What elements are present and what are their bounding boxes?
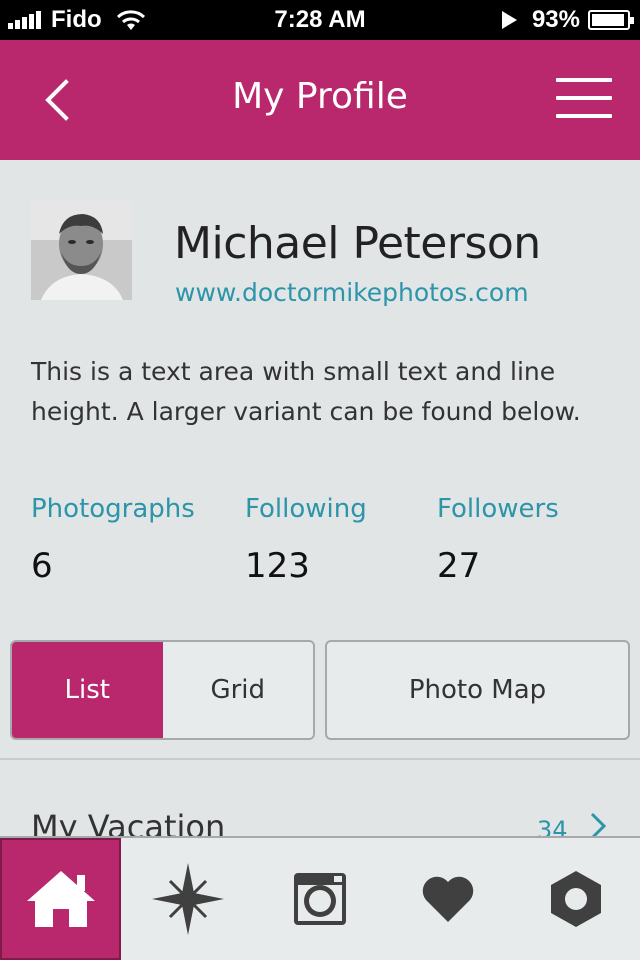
settings-icon [550, 871, 601, 927]
battery-level-fill [592, 14, 624, 26]
battery-percent: 93% [531, 6, 580, 33]
tab-bar [0, 836, 640, 960]
album-row[interactable]: My Vacation 34 [0, 800, 640, 840]
menu-icon-line [556, 96, 612, 100]
nav-bar: My Profile [0, 40, 640, 160]
profile-website-link[interactable]: www.doctormikephotos.com [175, 278, 529, 307]
menu-icon-line [556, 78, 612, 82]
grid-view-button[interactable]: Grid [162, 642, 313, 738]
view-mode-segmented-control: List Grid [10, 640, 315, 740]
stat-label: Following [245, 494, 367, 524]
tab-settings[interactable] [511, 838, 640, 960]
stat-value: 27 [437, 546, 481, 586]
stat-value: 123 [245, 546, 310, 586]
profile-name: Michael Peterson [174, 218, 541, 269]
stat-label: Photographs [31, 494, 195, 524]
stat-label: Followers [437, 494, 559, 524]
battery-icon [588, 10, 634, 30]
tab-camera[interactable] [255, 838, 385, 960]
tab-favorites[interactable] [385, 838, 511, 960]
home-icon [26, 871, 95, 927]
avatar [31, 200, 132, 300]
tab-explore[interactable] [121, 838, 255, 960]
status-bar: Fido 7:28 AM 93% [0, 0, 640, 40]
stat-following[interactable]: Following 123 [245, 494, 367, 586]
tab-home[interactable] [0, 838, 121, 960]
camera-icon [294, 873, 346, 925]
profile-bio: This is a text area with small text and … [31, 357, 581, 426]
stat-followers[interactable]: Followers 27 [437, 494, 559, 586]
play-icon [501, 11, 517, 29]
photo-map-button[interactable]: Photo Map [325, 640, 630, 740]
list-view-button[interactable]: List [12, 642, 163, 738]
heart-icon [422, 876, 474, 922]
stat-photographs[interactable]: Photographs 6 [31, 494, 195, 586]
divider [0, 758, 640, 760]
stat-value: 6 [31, 546, 53, 586]
status-right: 93% [500, 6, 634, 34]
page-title: My Profile [232, 76, 408, 117]
compass-icon [152, 863, 224, 935]
avatar-photo [31, 200, 132, 300]
menu-button[interactable] [556, 78, 612, 122]
menu-icon-line [556, 114, 612, 118]
